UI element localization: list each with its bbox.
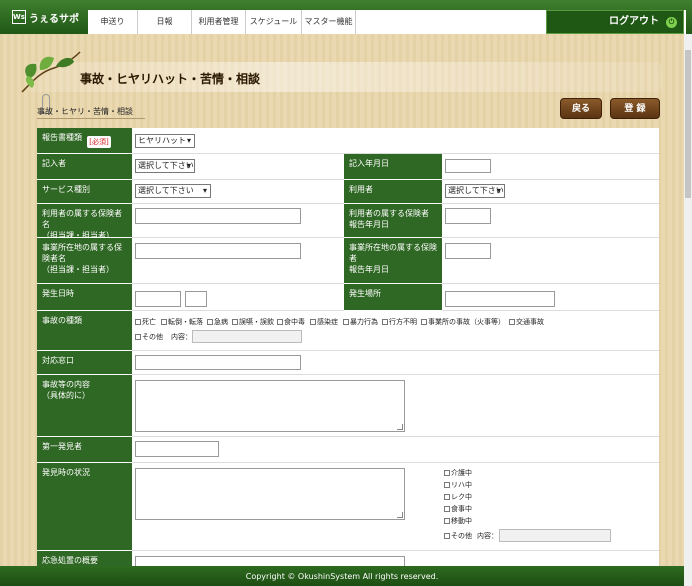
accident-type-checkbox-death[interactable]: 死亡 (135, 317, 156, 327)
accident-type-checkbox-fall[interactable]: 転倒・転落 (161, 317, 203, 327)
emergency-summary-textarea[interactable] (135, 556, 405, 566)
occurrence-date-input[interactable] (135, 291, 181, 307)
occurrence-date-label: 発生日時 (37, 284, 132, 311)
situation-other-content-input[interactable] (499, 529, 611, 542)
occurrence-time-input[interactable] (185, 291, 207, 307)
user-insurer-date-input[interactable] (445, 208, 491, 224)
logout-label: ログアウト (609, 16, 659, 27)
app-logo[interactable]: Ws うぇるサポ (12, 8, 86, 26)
register-button[interactable]: 登 録 (610, 98, 660, 119)
nav-item-user-management[interactable]: 利用者管理 (192, 10, 246, 34)
accident-type-checkbox-food-poisoning[interactable]: 食中毒 (277, 317, 305, 327)
situation-checkbox-meal[interactable]: 食事中 (444, 504, 472, 514)
breadcrumb-underline (37, 118, 145, 119)
situation-checkbox-other[interactable]: その他 (444, 531, 472, 541)
accident-other-content-label: 内容： (171, 333, 192, 341)
occurrence-place-label: 発生場所 (344, 284, 442, 311)
footer-copyright: Copyright © OkushinSystem All rights res… (0, 566, 684, 586)
user-insurer-date-label: 利用者の属する保険者 報告年月日 (344, 204, 442, 238)
service-type-select[interactable]: 選択して下さい (135, 184, 211, 198)
report-type-row (132, 128, 659, 154)
record-date-input[interactable] (445, 159, 491, 173)
emergency-summary-label: 応急処置の概要 (37, 551, 132, 566)
user-insurer-label: 利用者の属する保険者名 （担当課・担当者） (37, 204, 132, 240)
scrollbar-thumb[interactable] (685, 50, 691, 198)
leaf-decoration-icon (21, 51, 81, 93)
recorder-select[interactable]: 選択して下さい (135, 159, 195, 173)
record-date-label: 記入年月日 (344, 154, 442, 180)
office-insurer-input[interactable] (135, 243, 301, 259)
user-label: 利用者 (344, 180, 442, 204)
accident-type-checkbox-aspiration[interactable]: 誤嚥・誤飲 (232, 317, 274, 327)
user-select[interactable]: 選択して下さい (445, 184, 505, 198)
situation-checkbox-moving[interactable]: 移動中 (444, 516, 472, 526)
logo-text: うぇるサポ (29, 14, 79, 25)
accident-type-checkbox-other[interactable]: その他 (135, 332, 163, 342)
office-insurer-date-input[interactable] (445, 243, 491, 259)
recorder-label: 記入者 (37, 154, 132, 180)
required-badge: [必須] (87, 136, 111, 148)
page-title: 事故・ヒヤリハット・苦情・相談 (80, 72, 261, 86)
situation-checkbox-rehab[interactable]: リハ中 (444, 480, 472, 490)
nav-item-handover[interactable]: 申送り (88, 10, 138, 34)
situation-checkbox-care[interactable]: 介護中 (444, 468, 472, 478)
logo-mark: Ws (12, 10, 26, 24)
contact-window-input[interactable] (135, 355, 301, 370)
user-insurer-input[interactable] (135, 208, 301, 224)
nav-item-daily-report[interactable]: 日報 (138, 10, 192, 34)
accident-type-checkbox-illness[interactable]: 急病 (207, 317, 228, 327)
vertical-scrollbar[interactable] (684, 34, 692, 586)
accident-type-checkbox-infection[interactable]: 感染症 (310, 317, 338, 327)
occurrence-place-input[interactable] (445, 291, 555, 307)
logout-button[interactable]: ログアウト ⏻ (546, 10, 684, 34)
accident-detail-textarea[interactable] (135, 380, 405, 432)
back-button[interactable]: 戻る (560, 98, 602, 119)
accident-type-checkbox-missing[interactable]: 行方不明 (382, 317, 417, 327)
report-type-label: 報告書種類 [必須] (37, 128, 132, 154)
nav-item-schedule[interactable]: スケジュール (246, 10, 302, 34)
service-type-label: サービス種別 (37, 180, 132, 204)
power-icon: ⏻ (666, 17, 677, 28)
nav-item-master[interactable]: マスター機能 (302, 10, 356, 34)
report-form: 報告書種類 [必須] ヒヤリハット 記入者 選択して下さい 記入年月日 サービス… (37, 128, 659, 566)
accident-type-label: 事故の種類 (37, 311, 132, 351)
accident-type-checkbox-facility-accident[interactable]: 事業所の事故（火事等） (421, 317, 505, 327)
office-insurer-date-label: 事業所在地の属する保険者 報告年月日 (344, 238, 442, 284)
first-discoverer-label: 第一発見者 (37, 437, 132, 463)
accident-detail-label: 事故等の内容 （具体的に） (37, 375, 132, 437)
report-type-select[interactable]: ヒヤリハット (135, 134, 195, 148)
discovery-situation-label: 発見時の状況 (37, 463, 132, 551)
situation-checkbox-recreation[interactable]: レク中 (444, 492, 472, 502)
contact-window-label: 対応窓口 (37, 351, 132, 375)
accident-type-checkbox-traffic[interactable]: 交通事故 (509, 317, 544, 327)
accident-other-content-input[interactable] (192, 330, 302, 343)
office-insurer-label: 事業所在地の属する保険者名 （担当課・担当者） (37, 238, 132, 284)
accident-type-checkbox-violence[interactable]: 暴力行為 (343, 317, 378, 327)
discovery-situation-textarea[interactable] (135, 468, 405, 520)
situation-other-content-label: 内容： (477, 532, 498, 540)
breadcrumb: 事故・ヒヤリ・苦情・相談 (37, 107, 133, 116)
first-discoverer-input[interactable] (135, 441, 219, 457)
